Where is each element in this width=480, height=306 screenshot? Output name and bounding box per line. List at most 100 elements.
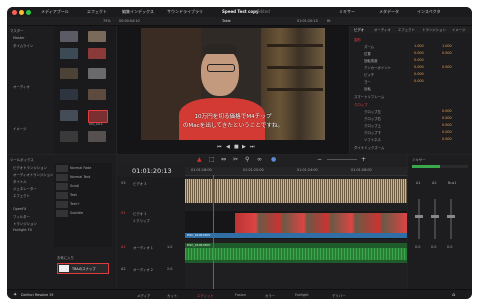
play-reverse-icon[interactable]: ◀ (226, 144, 230, 150)
zoom-in-icon[interactable]: + (361, 156, 366, 163)
page-tab-edit[interactable]: エディット (197, 293, 214, 298)
track-header-a2[interactable]: A2 オーディオ 2 2.0 (117, 265, 185, 285)
bin-item[interactable]: イメージ (13, 126, 27, 131)
effects-category[interactable]: ビデオトランジション (13, 165, 47, 170)
zoom-level[interactable]: 75% (103, 19, 111, 23)
yaw-value[interactable]: 0.000 (414, 79, 424, 83)
clip-thumbnail[interactable] (60, 48, 78, 59)
anchor-y-value[interactable]: 0.000 (442, 65, 452, 69)
effects-item[interactable]: Subtitle (70, 211, 83, 215)
smart-reframe-section[interactable]: スマートリフレーム (354, 94, 384, 99)
media-pool-tab[interactable]: メディアプール (41, 9, 69, 15)
page-tab-fusion[interactable]: Fusion (235, 293, 246, 297)
crop-left-value[interactable]: 0.000 (442, 109, 452, 113)
page-tab-color[interactable]: カラー (265, 293, 275, 298)
bin-item[interactable]: タイムライン (13, 43, 33, 48)
crop-section[interactable]: クロップ (354, 102, 368, 107)
fader-bus1[interactable] (450, 199, 452, 239)
fader-knob[interactable] (431, 215, 439, 218)
bin-item[interactable]: Master (13, 36, 25, 40)
track-header-v1[interactable]: V1 ビデオ 1 1 クリップ (117, 209, 185, 237)
fader-a2[interactable] (434, 199, 436, 239)
page-tab-media[interactable]: メディア (137, 293, 150, 298)
playhead[interactable] (213, 175, 214, 289)
stop-icon[interactable]: ■ (234, 144, 239, 150)
toolbox-header[interactable]: ツールボックス (10, 157, 34, 162)
inspector-tab[interactable]: インスペクタ (417, 9, 440, 15)
inspector-tab-video[interactable]: ビデオ (354, 27, 364, 32)
effects-item[interactable]: Text+ (70, 202, 80, 206)
clip-thumbnail[interactable] (60, 89, 78, 100)
effects-category[interactable]: タイトル (13, 179, 27, 184)
effects-category[interactable]: ジェネレーター (13, 186, 37, 191)
bin-item[interactable]: オーディオ (13, 84, 30, 89)
video-frame[interactable]: 10万円を切る価格でM4チップ のMacを出してきたということですね。 (141, 28, 325, 140)
fader-knob[interactable] (415, 215, 423, 218)
clip-thumbnail[interactable] (60, 68, 78, 79)
fader-a1[interactable] (418, 199, 420, 239)
zoom-y-value[interactable]: 1.000 (442, 44, 452, 48)
metadata-tab[interactable]: メタデータ (379, 9, 399, 15)
zoom-x-value[interactable]: 1.000 (414, 44, 424, 48)
position-y-value[interactable]: 0.000 (442, 51, 452, 55)
effects-category[interactable]: OpenFX (13, 207, 26, 211)
clip-thumbnail[interactable] (60, 131, 78, 142)
inspector-tab-effects[interactable]: エフェクト (398, 27, 415, 32)
effects-category[interactable]: エフェクト (13, 193, 30, 198)
fader-knob[interactable] (447, 215, 455, 218)
crop-top-value[interactable]: 0.000 (442, 123, 452, 127)
zoom-window-button[interactable] (26, 10, 31, 15)
sound-library-tab[interactable]: サウンドライブラリ (167, 9, 203, 15)
clip-thumbnail[interactable] (88, 31, 106, 42)
transform-section[interactable]: 変形 (354, 37, 361, 42)
track-header-a1[interactable]: A1 オーディオ 1 1.0 (117, 243, 185, 263)
effects-category[interactable]: トランジション (13, 221, 37, 226)
fit-label[interactable]: fit (327, 19, 330, 23)
timeline-ruler[interactable]: 01:01:16:00 01:01:20:00 01:01:24:00 01:0… (185, 167, 407, 176)
flag-icon[interactable]: ▲ (197, 156, 202, 163)
inspector-tab-transition[interactable]: トランジション (422, 27, 446, 32)
crop-right-value[interactable]: 0.000 (442, 116, 452, 120)
audio-clip-a1[interactable]: DSC_0106.MOV (185, 243, 407, 263)
trim-tool-icon[interactable]: ⇔ (221, 156, 226, 163)
play-icon[interactable]: ▶ (242, 144, 246, 150)
clip-thumbnail[interactable] (88, 89, 106, 100)
page-tab-deliver[interactable]: デリバー (332, 293, 346, 298)
minimize-window-button[interactable] (19, 10, 24, 15)
anchor-x-value[interactable]: 0.000 (414, 65, 424, 69)
effects-item[interactable]: Normal Fade (70, 166, 91, 170)
blade-tool-icon[interactable]: ✂ (233, 156, 238, 163)
effects-item[interactable]: Scroll (70, 184, 79, 188)
rotation-value[interactable]: 0.000 (414, 58, 424, 62)
page-tab-fairlight[interactable]: Fairlight (295, 293, 309, 297)
clip-thumbnail[interactable] (88, 68, 106, 79)
next-frame-icon[interactable]: ⏭ (250, 144, 255, 150)
selected-clip-thumbnail[interactable] (88, 110, 108, 123)
effects-item[interactable]: Normal Text (70, 175, 90, 179)
inspector-tab-audio[interactable]: オーディオ (374, 27, 391, 32)
effects-tab[interactable]: エフェクト (87, 9, 107, 15)
pitch-value[interactable]: 0.000 (414, 72, 424, 76)
effects-category[interactable]: オーディオトランジション (13, 172, 53, 177)
effects-category[interactable]: フィルター (13, 214, 30, 219)
mixer-tab[interactable]: ミキサー (339, 9, 355, 15)
link-icon[interactable]: ∞ (257, 156, 262, 163)
favorites-header[interactable]: お気に入り (57, 255, 74, 260)
select-tool-icon[interactable]: ⬚ (209, 156, 215, 163)
position-x-value[interactable]: 0.000 (414, 51, 424, 55)
zoom-slider[interactable] (327, 159, 357, 160)
inspector-tab-image[interactable]: イメージ (452, 27, 466, 32)
previous-frame-icon[interactable]: ⏮ (217, 144, 222, 150)
home-icon[interactable]: ⌂ (452, 292, 455, 298)
clip-thumbnail[interactable] (88, 48, 106, 59)
clip-thumbnail[interactable] (60, 110, 78, 121)
subtitle-clip-track[interactable] (185, 179, 407, 203)
video-clip-bar[interactable]: DSC_0106.MOV (185, 233, 407, 238)
effects-category[interactable]: Fairlight FX (13, 228, 32, 232)
clip-thumbnail[interactable] (60, 31, 78, 42)
zoom-out-icon[interactable]: − (317, 156, 322, 163)
page-tab-cut[interactable]: カット (167, 293, 177, 298)
effects-item[interactable]: Text (70, 193, 77, 197)
edit-index-tab[interactable]: 編集インデックス (122, 9, 154, 15)
crop-bottom-value[interactable]: 0.000 (442, 130, 452, 134)
